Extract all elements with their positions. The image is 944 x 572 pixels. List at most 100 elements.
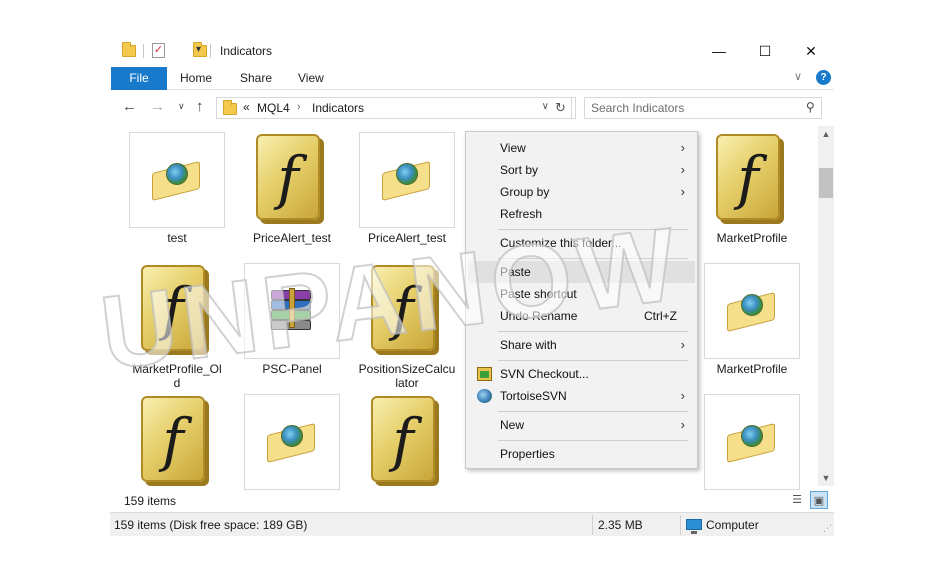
file-item[interactable]: f: [357, 394, 457, 490]
file-item[interactable]: f: [127, 394, 227, 490]
details-view-icon[interactable]: ☰: [788, 491, 806, 509]
help-icon[interactable]: ?: [816, 70, 831, 85]
svn-checkout-icon: [477, 367, 492, 381]
refresh-button[interactable]: ↻: [550, 97, 572, 119]
address-bar[interactable]: « MQL4 › Indicators ∨: [216, 97, 576, 119]
menu-separator: [498, 411, 688, 412]
menu-item-svn-checkout[interactable]: SVN Checkout...: [468, 363, 695, 385]
menu-item-tortoisesvn[interactable]: TortoiseSVN ›: [468, 385, 695, 407]
search-icon[interactable]: ⚲: [806, 100, 815, 114]
forward-arrow-icon[interactable]: →: [150, 98, 165, 115]
menu-item-share-with[interactable]: Share with ›: [468, 334, 695, 356]
menu-item-new[interactable]: New ›: [468, 414, 695, 436]
address-overflow[interactable]: «: [243, 100, 250, 114]
properties-check-icon[interactable]: ✓: [152, 43, 165, 58]
menu-item-paste-shortcut[interactable]: Paste shortcut: [468, 283, 695, 305]
status-summary: 159 items (Disk free space: 189 GB): [114, 518, 308, 532]
file-name: PriceAlert_test: [367, 231, 447, 245]
search-input[interactable]: [591, 101, 791, 115]
menu-item-sort-by[interactable]: Sort by ›: [468, 159, 695, 181]
breadcrumb-separator-icon[interactable]: ›: [297, 101, 301, 113]
submenu-arrow-icon: ›: [680, 388, 685, 403]
ex4-file-icon: f: [359, 263, 455, 359]
status-location: Computer: [686, 518, 759, 534]
submenu-arrow-icon: ›: [680, 162, 685, 177]
file-name: MarketProfile_Ol d: [132, 362, 222, 390]
file-item[interactable]: PriceAlert_test: [357, 132, 457, 245]
minimize-button[interactable]: —: [696, 36, 742, 66]
title-divider: [210, 44, 211, 58]
back-arrow-icon[interactable]: ←: [122, 98, 137, 115]
tab-share[interactable]: Share: [234, 67, 278, 90]
file-item[interactable]: MarketProfile: [702, 263, 802, 376]
menu-separator: [498, 258, 688, 259]
file-name: MarketProfile: [716, 362, 788, 376]
submenu-arrow-icon: ›: [680, 337, 685, 352]
file-item[interactable]: f MarketProfile_Ol d: [127, 263, 227, 390]
up-arrow-icon[interactable]: ↑: [196, 98, 204, 115]
mq4-file-icon: [359, 132, 455, 228]
file-item[interactable]: f MarketProfile: [702, 132, 802, 245]
file-item[interactable]: PSC-Panel: [242, 263, 342, 376]
window-title: Indicators: [220, 44, 273, 58]
scroll-down-arrow-icon[interactable]: ▼: [818, 470, 834, 486]
menu-item-group-by[interactable]: Group by ›: [468, 181, 695, 203]
computer-icon: [686, 519, 702, 534]
title-bar: ✓ ▾ Indicators — ☐ ✕: [110, 36, 834, 66]
menu-separator: [498, 331, 688, 332]
scrollbar-thumb[interactable]: [819, 168, 833, 198]
breadcrumb-mql4[interactable]: MQL4: [257, 101, 290, 115]
menu-separator: [498, 440, 688, 441]
mq4-file-icon: [244, 394, 340, 490]
menu-item-refresh[interactable]: Refresh: [468, 203, 695, 225]
expand-ribbon-chevron-icon[interactable]: ∨: [794, 70, 802, 83]
status-divider: [680, 515, 681, 535]
mq4-file-icon: [129, 132, 225, 228]
quick-access-divider: [143, 44, 144, 58]
ex4-file-icon: f: [704, 132, 800, 228]
address-dropdown-chevron-icon[interactable]: ∨: [542, 101, 549, 112]
file-name: test: [167, 231, 187, 245]
maximize-button[interactable]: ☐: [742, 36, 788, 66]
file-name: PSC-Panel: [262, 362, 322, 376]
tortoisesvn-icon: [477, 389, 492, 403]
submenu-arrow-icon: ›: [680, 184, 685, 199]
search-box[interactable]: ⚲: [584, 97, 822, 119]
ribbon-tabs: File Home Share View ∨ ?: [110, 66, 834, 90]
file-item[interactable]: test: [127, 132, 227, 245]
navigation-bar: ← → ∨ ↑ « MQL4 › Indicators ∨ ↻ ⚲: [110, 92, 834, 124]
ex4-file-icon: f: [244, 132, 340, 228]
submenu-arrow-icon: ›: [680, 140, 685, 155]
file-item[interactable]: [702, 394, 802, 490]
recent-locations-chevron-icon[interactable]: ∨: [178, 101, 185, 112]
scroll-up-arrow-icon[interactable]: ▲: [818, 126, 834, 142]
breadcrumb-indicators[interactable]: Indicators: [312, 101, 364, 115]
file-item[interactable]: f PriceAlert_test: [242, 132, 342, 245]
file-list: test f PriceAlert_test PriceAlert_test f…: [110, 126, 818, 524]
menu-item-paste[interactable]: Paste: [468, 261, 695, 283]
tab-file[interactable]: File: [111, 67, 167, 90]
mq4-file-icon: [704, 394, 800, 490]
item-count: 159 items: [124, 494, 177, 508]
file-name: MarketProfile: [716, 231, 788, 245]
menu-item-view[interactable]: View ›: [468, 137, 695, 159]
menu-item-properties[interactable]: Properties: [468, 443, 695, 465]
ex4-file-icon: f: [359, 394, 455, 490]
customize-quick-access-icon[interactable]: ▾: [196, 44, 201, 60]
folder-icon: [122, 42, 136, 57]
large-icons-view-icon[interactable]: ▣: [810, 491, 828, 509]
rar-archive-icon: [244, 263, 340, 359]
close-button[interactable]: ✕: [788, 36, 834, 66]
resize-grip-icon[interactable]: ⋰: [823, 523, 832, 534]
file-name: PositionSizeCalcu lator: [358, 362, 456, 390]
tab-home[interactable]: Home: [174, 67, 218, 90]
file-item[interactable]: f PositionSizeCalcu lator: [357, 263, 457, 390]
submenu-arrow-icon: ›: [680, 417, 685, 432]
menu-separator: [498, 360, 688, 361]
menu-item-undo-rename[interactable]: Undo Rename Ctrl+Z: [468, 305, 695, 327]
menu-item-customize-folder[interactable]: Customize this folder...: [468, 232, 695, 254]
tab-view[interactable]: View: [292, 67, 330, 90]
context-menu: View › Sort by › Group by › Refresh Customi…: [465, 131, 698, 469]
vertical-scrollbar[interactable]: ▲ ▼: [818, 126, 834, 486]
file-item[interactable]: [242, 394, 342, 490]
